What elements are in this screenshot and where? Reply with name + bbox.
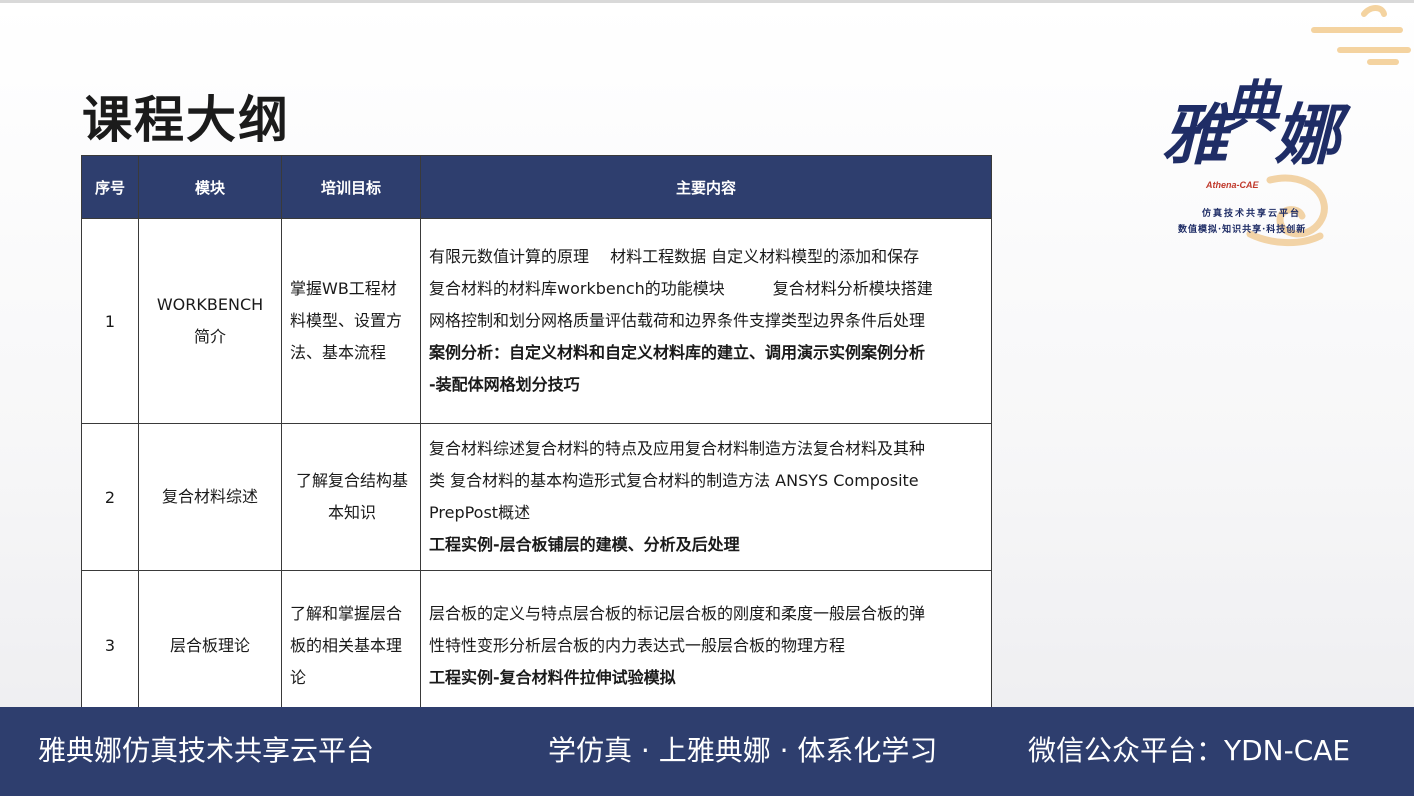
footer-wechat-account: 微信公众平台：YDN-CAE — [1028, 734, 1351, 767]
header-content: 主要内容 — [420, 155, 992, 219]
content-line: 复合材料的材料库workbench的功能模块 复合材料分析模块搭建 — [429, 279, 933, 298]
top-rule — [0, 0, 1414, 3]
header-index: 序号 — [81, 155, 139, 219]
header-module: 模块 — [138, 155, 282, 219]
logo-char: 雅 — [1162, 96, 1228, 174]
footer-platform-name: 雅典娜仿真技术共享云平台 — [38, 734, 375, 767]
logo-english-name: Athena-CAE — [1206, 180, 1259, 190]
goal-line: 了解和掌握层合 — [290, 603, 403, 623]
row-index: 3 — [81, 570, 139, 721]
goal-line: 论 — [290, 667, 307, 687]
row-module: 层合板理论 — [138, 570, 282, 721]
row-index: 2 — [81, 423, 139, 571]
row-module: WORKBENCH 简介 — [138, 218, 282, 424]
logo-slogan: 数值模拟·知识共享·科技创新 — [1178, 225, 1307, 235]
row-goal: 了解复合结构基 本知识 — [281, 423, 421, 571]
case-line: 工程实例-层合板铺层的建模、分析及后处理 — [429, 535, 740, 554]
row-goal: 了解和掌握层合 板的相关基本理 论 — [281, 570, 421, 721]
page-title: 课程大纲 — [82, 91, 290, 149]
header-goal: 培训目标 — [281, 155, 421, 219]
case-line: 案例分析：自定义材料和自定义材料库的建立、调用演示实例案例分析 — [429, 343, 926, 362]
case-line: -装配体网格划分技巧 — [429, 375, 580, 394]
content-line: 复合材料综述复合材料的特点及应用复合材料制造方法复合材料及其种 — [429, 439, 926, 458]
goal-line: 板的相关基本理 — [290, 635, 403, 655]
module-line: 复合材料综述 — [161, 487, 258, 506]
goal-line: 了解复合结构基 — [295, 471, 408, 490]
content-line: 有限元数值计算的原理 材料工程数据 自定义材料模型的添加和保存 — [429, 247, 920, 266]
content-line: 类 复合材料的基本构造形式复合材料的制造方法 ANSYS Composite — [429, 471, 919, 490]
content-line: PrepPost概述 — [429, 503, 531, 522]
module-line: 层合板理论 — [169, 635, 250, 655]
goal-line: 法、基本流程 — [290, 343, 387, 362]
case-line: 工程实例-复合材料件拉伸试验模拟 — [429, 667, 676, 687]
goal-line: 料模型、设置方 — [290, 311, 403, 330]
logo-char: 典 — [1222, 73, 1279, 141]
row-index: 1 — [81, 218, 139, 424]
table-row: 1 WORKBENCH 简介 掌握WB工程材 料模型、设置方 法、基本流程 有限… — [81, 218, 992, 424]
logo-tagline: 仿真技术共享云平台 — [1202, 209, 1302, 219]
row-content: 有限元数值计算的原理 材料工程数据 自定义材料模型的添加和保存 复合材料的材料库… — [420, 218, 992, 424]
logo-char: 娜 — [1274, 96, 1340, 174]
module-line: 简介 — [193, 327, 226, 346]
brand-logo: 雅典娜 — [1162, 73, 1352, 168]
module-line: WORKBENCH — [156, 295, 264, 314]
content-line: 性特性变形分析层合板的内力表达式一般层合板的物理方程 — [429, 635, 846, 655]
footer-banner: 雅典娜仿真技术共享云平台 学仿真 · 上雅典娜 · 体系化学习 微信公众平台：Y… — [0, 707, 1414, 796]
row-content: 复合材料综述复合材料的特点及应用复合材料制造方法复合材料及其种 类 复合材料的基… — [420, 423, 992, 571]
table-header-row: 序号 模块 培训目标 主要内容 — [81, 155, 992, 219]
footer-slogan: 学仿真 · 上雅典娜 · 体系化学习 — [548, 734, 938, 767]
row-content: 层合板的定义与特点层合板的标记层合板的刚度和柔度一般层合板的弹 性特性变形分析层… — [420, 570, 992, 721]
table-row: 2 复合材料综述 了解复合结构基 本知识 复合材料综述复合材料的特点及应用复合材… — [81, 423, 992, 571]
cloud-decoration-icon — [1311, 5, 1411, 65]
row-module: 复合材料综述 — [138, 423, 282, 571]
table-row: 3 层合板理论 了解和掌握层合 板的相关基本理 论 层合板的定义与特点层合板的标… — [81, 570, 992, 721]
goal-line: 掌握WB工程材 — [290, 279, 397, 298]
course-outline-table: 序号 模块 培训目标 主要内容 1 WORKBENCH 简介 掌握WB工程材 料… — [81, 155, 992, 721]
row-goal: 掌握WB工程材 料模型、设置方 法、基本流程 — [281, 218, 421, 424]
goal-line: 本知识 — [327, 503, 376, 522]
content-line: 网格控制和划分网格质量评估载荷和边界条件支撑类型边界条件后处理 — [429, 311, 926, 330]
content-line: 层合板的定义与特点层合板的标记层合板的刚度和柔度一般层合板的弹 — [429, 603, 926, 623]
